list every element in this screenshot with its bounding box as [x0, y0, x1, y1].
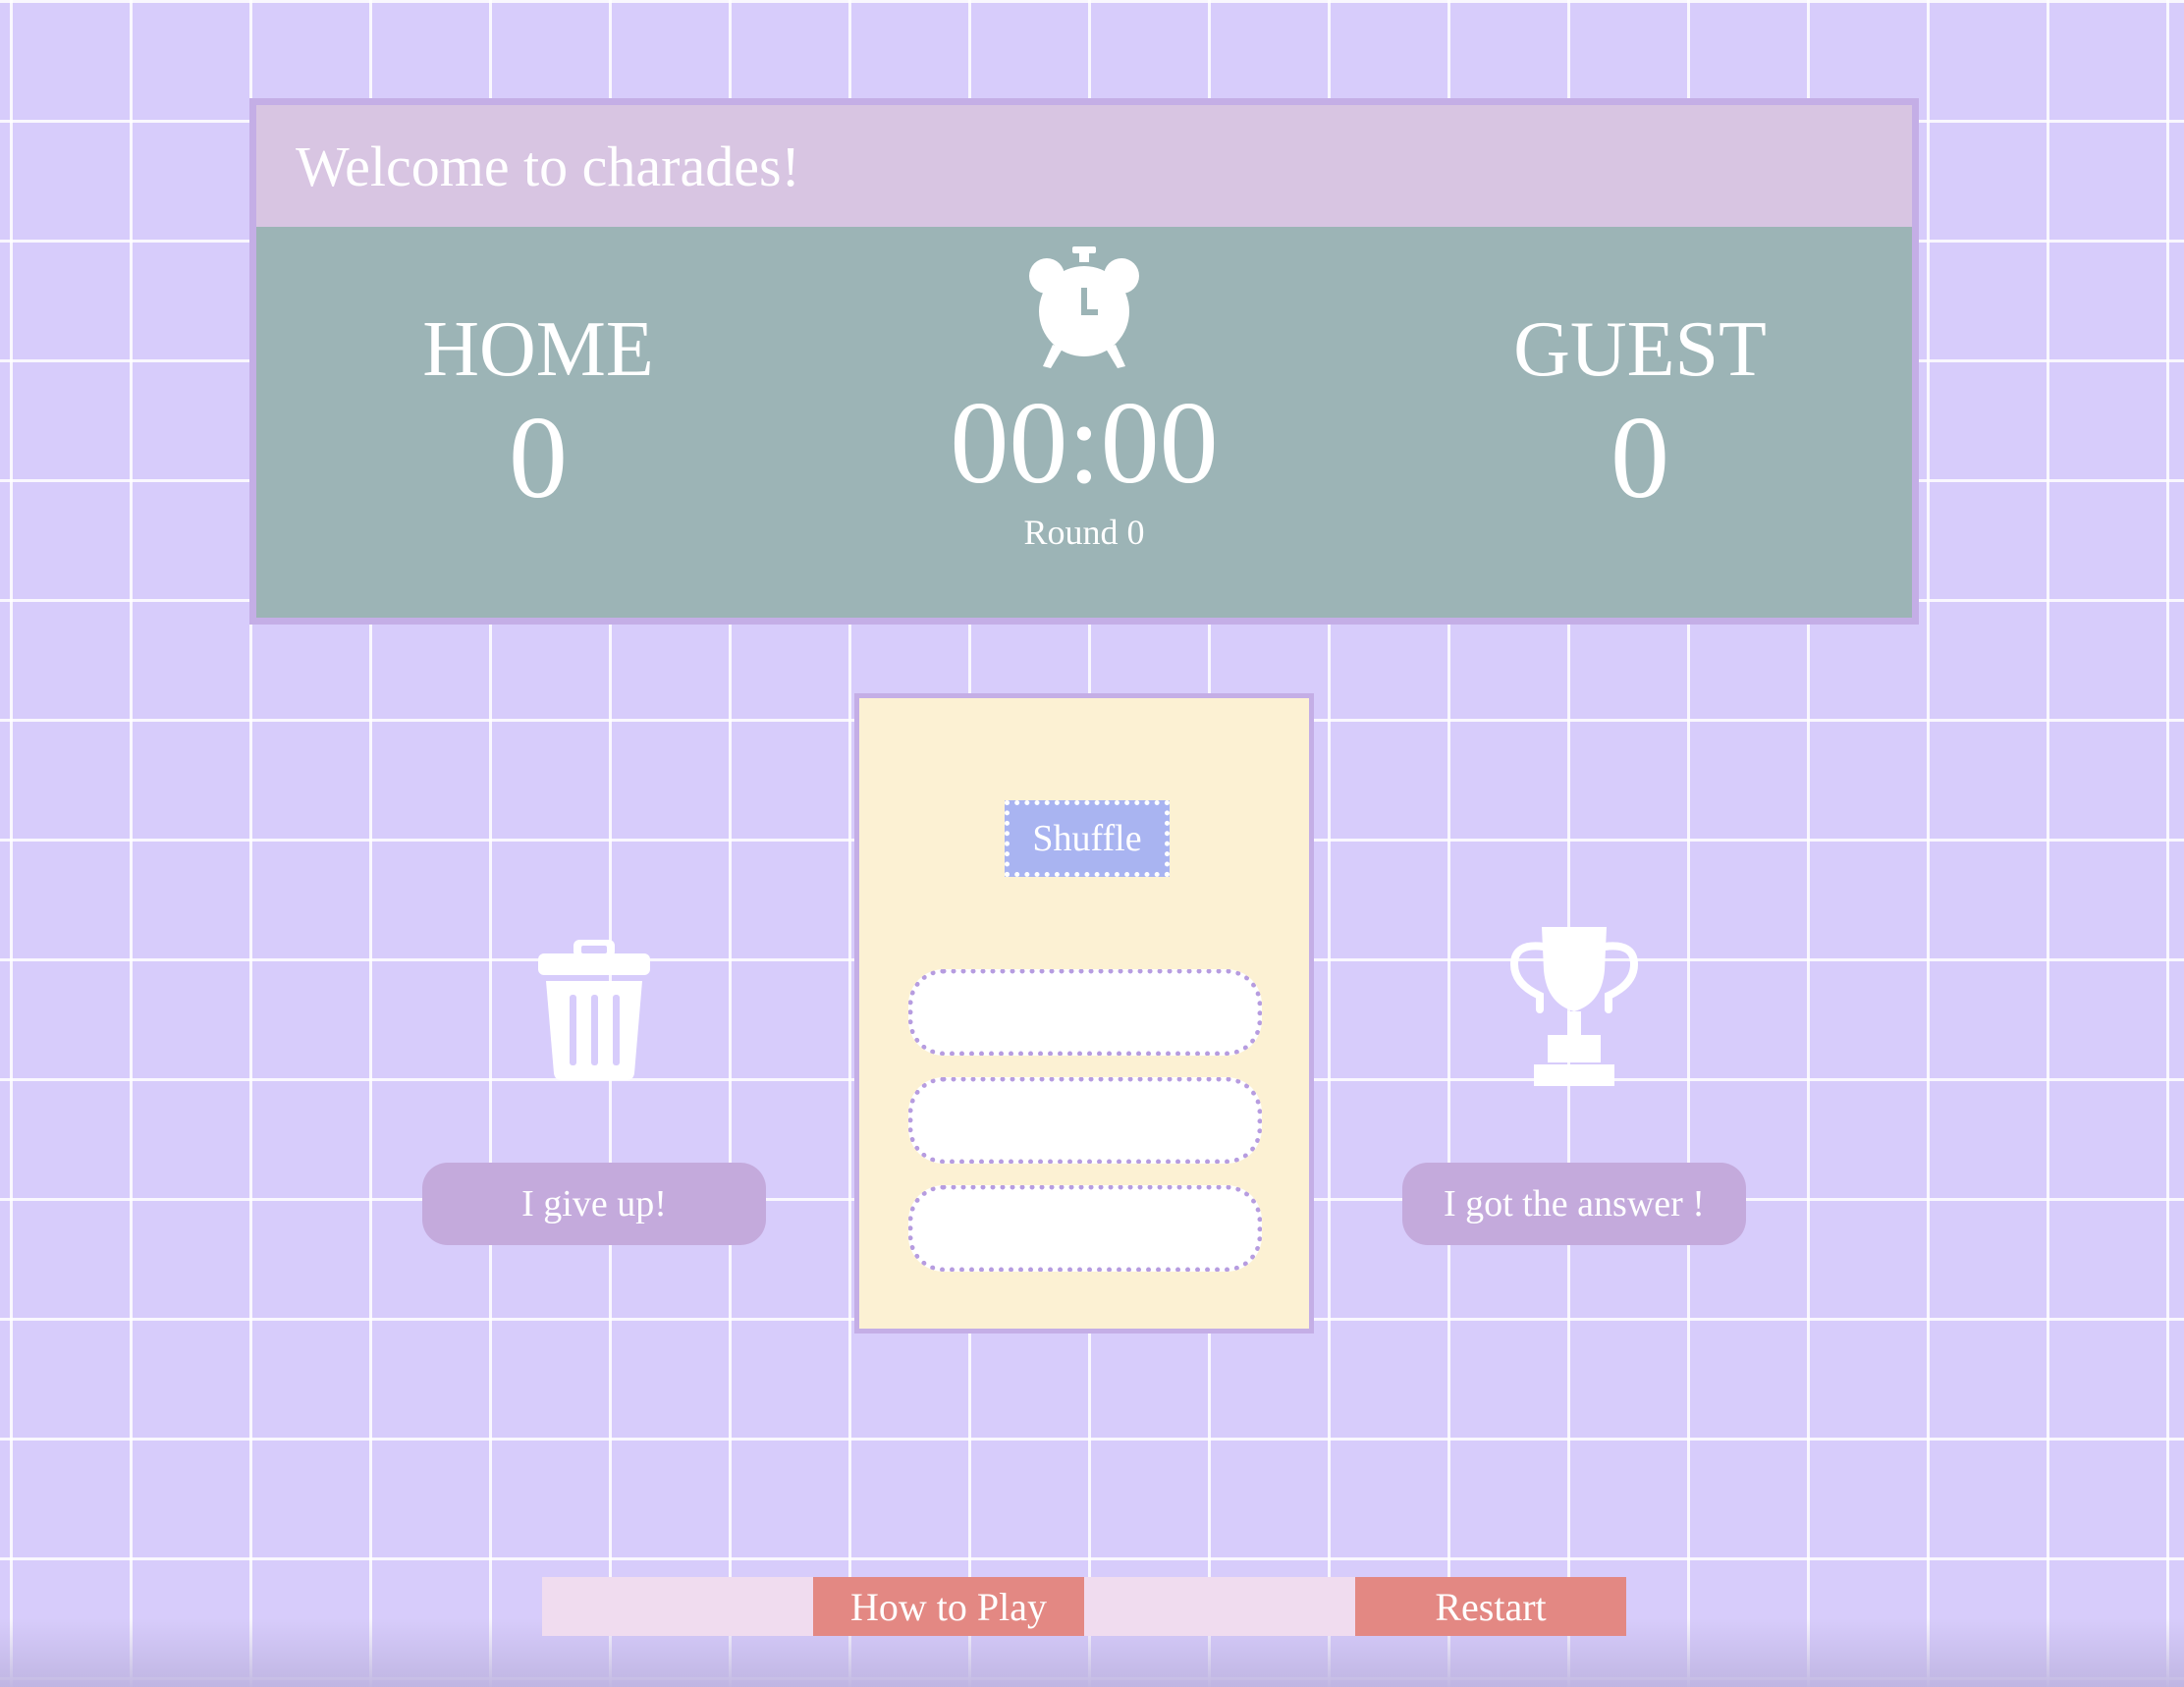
- home-score: 0: [509, 392, 568, 522]
- banner-title: Welcome to charades!: [296, 134, 800, 198]
- restart-label: Restart: [1435, 1584, 1547, 1629]
- score-board: HOME 0 00:00 Round 0 GUEST 0: [256, 227, 1912, 625]
- got-answer-button[interactable]: I got the answer !: [1402, 1163, 1746, 1245]
- give-up-button[interactable]: I give up!: [422, 1163, 766, 1245]
- nav-spacer-middle: [1084, 1577, 1355, 1636]
- scoreboard: Welcome to charades! HOME 0 00:00 Round …: [249, 98, 1919, 625]
- shuffle-button[interactable]: Shuffle: [1005, 800, 1170, 877]
- word-slot-2: [908, 1077, 1262, 1164]
- trash-can-icon[interactable]: [538, 938, 650, 1080]
- home-team: HOME 0: [342, 305, 735, 521]
- game-clock: 00:00 Round 0: [888, 246, 1281, 553]
- nav-spacer-left: [542, 1577, 813, 1636]
- guest-team: GUEST 0: [1444, 305, 1836, 521]
- footer-nav: How to Play Restart: [542, 1577, 1626, 1636]
- shuffle-label: Shuffle: [1032, 818, 1142, 859]
- how-to-play-label: How to Play: [850, 1584, 1047, 1629]
- how-to-play-button[interactable]: How to Play: [813, 1577, 1084, 1636]
- timer-display: 00:00: [950, 377, 1219, 508]
- home-label: HOME: [422, 306, 654, 393]
- restart-button[interactable]: Restart: [1355, 1577, 1626, 1636]
- charade-card: Shuffle: [854, 693, 1314, 1333]
- got-answer-label: I got the answer !: [1444, 1183, 1705, 1224]
- word-slot-3: [908, 1185, 1262, 1272]
- word-slot-1: [908, 969, 1262, 1056]
- alarm-clock-icon: [1029, 246, 1139, 368]
- welcome-banner: Welcome to charades!: [256, 105, 1912, 227]
- guest-label: GUEST: [1513, 306, 1767, 393]
- give-up-label: I give up!: [521, 1183, 667, 1224]
- trophy-icon[interactable]: [1508, 927, 1640, 1086]
- round-counter: Round 0: [1023, 513, 1145, 552]
- guest-score: 0: [1611, 392, 1669, 522]
